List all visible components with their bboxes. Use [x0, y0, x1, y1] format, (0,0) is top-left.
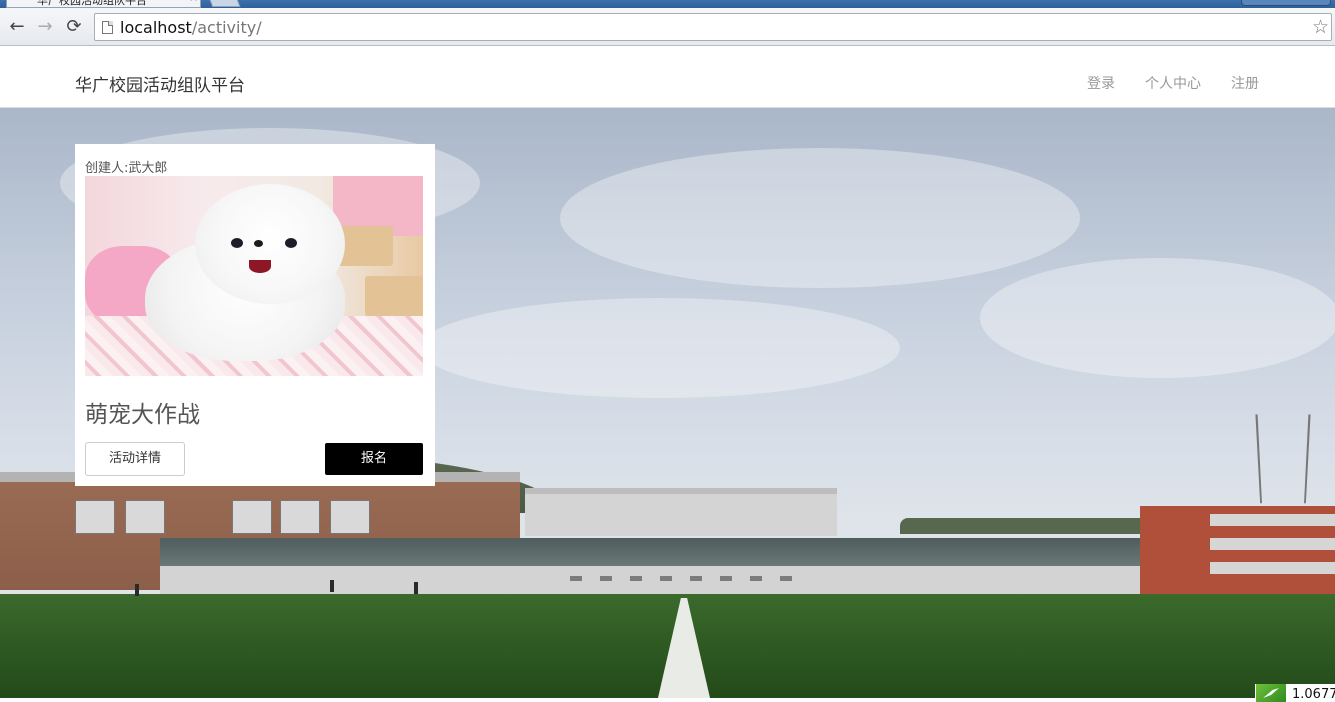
speed-value: 1.0677 — [1292, 687, 1335, 702]
url-host: localhost — [120, 18, 192, 37]
building-window — [232, 500, 272, 534]
reload-icon[interactable]: ⟳ — [63, 16, 85, 38]
wall-slot — [690, 576, 702, 581]
back-icon[interactable]: ← — [6, 16, 28, 38]
image-dog-head — [195, 184, 345, 304]
browser-toolbar: ← → ⟳ localhost/activity/ ☆ — [0, 8, 1335, 46]
browser-tab[interactable]: 华广校园活动组队平台 × — [6, 0, 201, 8]
activity-title: 萌宠大作战 — [85, 402, 200, 428]
wall-slot — [750, 576, 762, 581]
address-bar[interactable]: localhost/activity/ ☆ — [94, 13, 1332, 41]
building-floor — [1210, 538, 1335, 550]
image-dog-eye — [231, 238, 243, 248]
nav-login-link[interactable]: 登录 — [1087, 73, 1115, 93]
browser-tabstrip: 华广校园活动组队平台 × — [0, 0, 1335, 8]
building-right — [1140, 506, 1335, 596]
image-toy-block — [365, 276, 423, 316]
bookmark-star-icon[interactable]: ☆ — [1312, 16, 1329, 38]
image-dog-mouth — [249, 260, 271, 273]
building-window — [125, 500, 165, 534]
building-window — [330, 500, 370, 534]
building-floor — [1210, 514, 1335, 526]
page-icon — [102, 21, 113, 34]
window-controls[interactable] — [1241, 0, 1331, 6]
site-brand[interactable]: 华广校园活动组队平台 — [75, 71, 245, 96]
grandstand — [525, 488, 837, 536]
speed-icon — [1256, 684, 1286, 702]
site-header: 华广校园活动组队平台 登录 个人中心 注册 — [0, 47, 1335, 108]
building-window — [280, 500, 320, 534]
activity-detail-button[interactable]: 活动详情 — [85, 442, 185, 476]
nav-register-link[interactable]: 注册 — [1231, 73, 1259, 93]
cloud — [560, 148, 1080, 288]
url-path: /activity/ — [191, 18, 262, 37]
wall-slot — [570, 576, 582, 581]
stadium-wall — [160, 566, 1220, 596]
activity-card: 创建人:武大郎 萌宠大作战 活动详情 报名 — [75, 144, 435, 486]
wall-slot — [720, 576, 732, 581]
wall-slot — [660, 576, 672, 581]
stadium-seats — [160, 538, 1200, 568]
activity-image — [85, 176, 423, 376]
forward-icon[interactable]: → — [34, 16, 56, 38]
new-tab-button[interactable] — [207, 0, 241, 7]
antenna-tower — [1255, 414, 1311, 504]
url-text[interactable]: localhost/activity/ — [120, 18, 262, 37]
building-window — [75, 500, 115, 534]
building-floor — [1210, 562, 1335, 574]
activity-creator: 创建人:武大郎 — [85, 161, 168, 176]
wall-slot — [780, 576, 792, 581]
tab-close-icon[interactable]: × — [189, 0, 198, 4]
nav-profile-link[interactable]: 个人中心 — [1145, 73, 1201, 93]
wall-slot — [600, 576, 612, 581]
person — [135, 584, 139, 596]
image-dog-eye — [285, 238, 297, 248]
signup-button[interactable]: 报名 — [325, 443, 423, 475]
image-dog-nose — [254, 240, 263, 247]
trees — [900, 518, 1160, 534]
person — [330, 580, 334, 592]
cloud — [980, 258, 1335, 378]
speed-widget[interactable]: 1.0677 — [1255, 684, 1335, 702]
cloud — [420, 298, 900, 398]
tab-title: 华广校园活动组队平台 — [37, 0, 147, 7]
person — [414, 582, 418, 594]
wall-slot — [630, 576, 642, 581]
